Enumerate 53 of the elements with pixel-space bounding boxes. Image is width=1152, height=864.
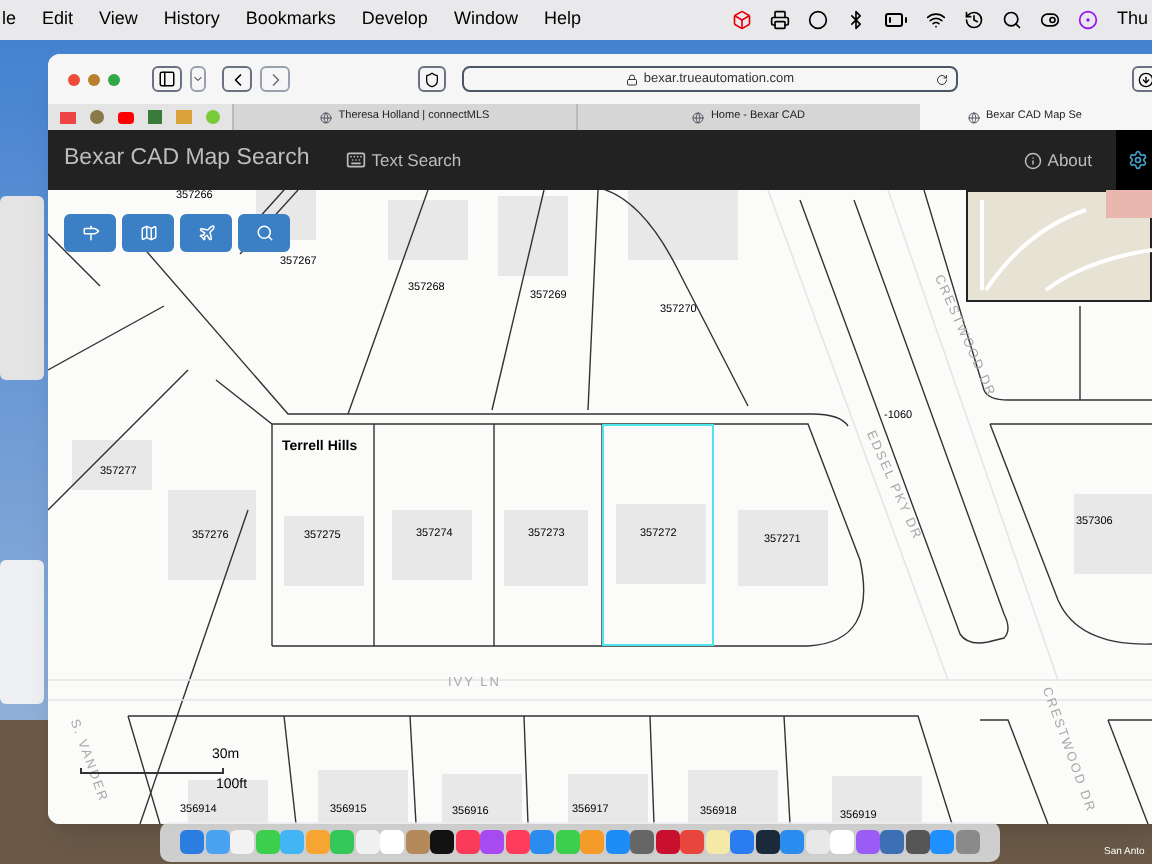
map-icon <box>139 224 157 242</box>
clock-icon[interactable] <box>964 10 985 30</box>
forward-button[interactable] <box>260 66 290 92</box>
control-center-icon[interactable] <box>1040 10 1061 30</box>
search-icon <box>255 224 273 242</box>
shield-icon <box>424 71 440 87</box>
privacy-button[interactable] <box>418 66 446 92</box>
app-icon[interactable] <box>430 830 455 854</box>
zoom-button[interactable] <box>108 73 120 85</box>
parcel-map[interactable] <box>48 190 1152 824</box>
menu-item[interactable]: Help <box>543 6 581 34</box>
sidebar-button[interactable] <box>152 66 182 92</box>
downloads-button[interactable] <box>1132 66 1152 92</box>
menu-item[interactable]: Bookmarks <box>245 6 336 34</box>
printer-icon[interactable] <box>770 10 791 30</box>
menu-item[interactable]: Window <box>453 6 518 34</box>
menu-item[interactable]: Edit <box>42 6 74 34</box>
sidebar-icon <box>158 70 176 88</box>
tab-menu-button[interactable] <box>190 66 206 92</box>
menu-clock: Thu <box>1116 6 1148 33</box>
road-sign-button[interactable] <box>64 214 116 252</box>
app-title[interactable]: Bexar CAD Map Search <box>64 142 310 178</box>
text-search-link[interactable]: Text Search <box>345 147 462 173</box>
search-icon[interactable] <box>1002 10 1023 30</box>
lock-icon <box>625 73 638 85</box>
battery-icon[interactable] <box>884 8 909 32</box>
close-button[interactable] <box>68 73 80 85</box>
desktop-window <box>0 560 44 704</box>
wifi-icon[interactable] <box>926 10 947 30</box>
reload-icon[interactable] <box>936 73 948 85</box>
keyboard-icon <box>345 150 366 170</box>
menu-item[interactable]: Develop <box>361 6 428 34</box>
globe-icon <box>968 111 980 123</box>
signpost-icon <box>81 224 99 242</box>
download-icon <box>1138 71 1152 87</box>
status-icon[interactable] <box>808 10 829 30</box>
back-button[interactable] <box>222 66 252 92</box>
app-icon[interactable] <box>755 830 780 854</box>
plane-button[interactable] <box>180 214 232 252</box>
menu-item[interactable]: History <box>163 6 220 34</box>
map-button[interactable] <box>122 214 174 252</box>
settings-icon <box>1128 150 1148 170</box>
menu-item[interactable]: View <box>99 6 138 34</box>
info-icon <box>1023 151 1042 169</box>
plane-icon <box>197 224 215 242</box>
globe-icon <box>320 111 333 123</box>
search-button[interactable] <box>238 214 290 252</box>
menu-item[interactable]: le <box>2 6 17 34</box>
bluetooth-icon[interactable] <box>846 10 867 30</box>
globe-icon <box>692 111 705 123</box>
about-link[interactable]: About <box>1023 147 1092 173</box>
minimize-button[interactable] <box>88 73 100 85</box>
chevron-down-icon <box>192 72 204 86</box>
